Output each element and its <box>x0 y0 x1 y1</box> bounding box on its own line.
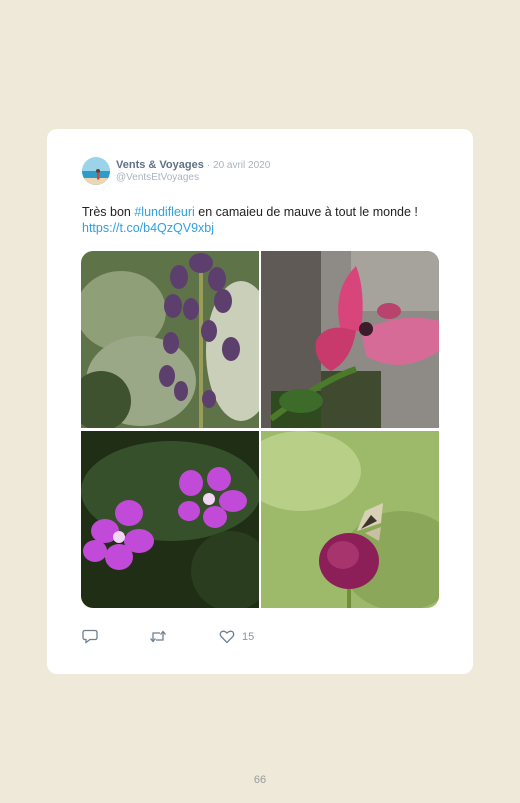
photo-allium[interactable] <box>261 431 439 608</box>
tweet-url-link[interactable]: https://t.co/b4QzQV9xbj <box>82 221 214 235</box>
photo-geranium[interactable] <box>81 431 259 608</box>
tweet-date[interactable]: 20 avril 2020 <box>213 160 270 171</box>
tweet-text-part1: Très bon <box>82 205 135 219</box>
heart-icon <box>219 630 235 644</box>
tweet-text: Très bon #lundifleuri en camaieu de mauv… <box>82 204 442 236</box>
reply-button[interactable] <box>82 629 98 644</box>
photo-tulip[interactable] <box>261 251 439 428</box>
retweet-icon <box>150 630 166 643</box>
media-grid <box>81 251 439 608</box>
like-count: 15 <box>242 630 255 643</box>
hashtag-link[interactable]: #lundifleuri <box>134 205 194 219</box>
author-name[interactable]: Vents & Voyages <box>116 159 204 171</box>
reply-icon <box>82 629 98 644</box>
tweet-actions: 15 <box>82 629 462 647</box>
author-handle[interactable]: @VentsEtVoyages <box>116 172 199 183</box>
like-button[interactable]: 15 <box>219 629 254 644</box>
tweet-text-part2: en camaieu de mauve à tout le monde ! <box>194 205 418 219</box>
page-number: 66 <box>253 774 267 786</box>
avatar[interactable] <box>82 157 110 185</box>
photo-fritillaria[interactable] <box>81 251 259 428</box>
author-line: Vents & Voyages · 20 avril 2020 <box>116 159 270 171</box>
retweet-button[interactable] <box>149 629 167 644</box>
tweet-card: Vents & Voyages · 20 avril 2020 @VentsEt… <box>47 129 473 674</box>
